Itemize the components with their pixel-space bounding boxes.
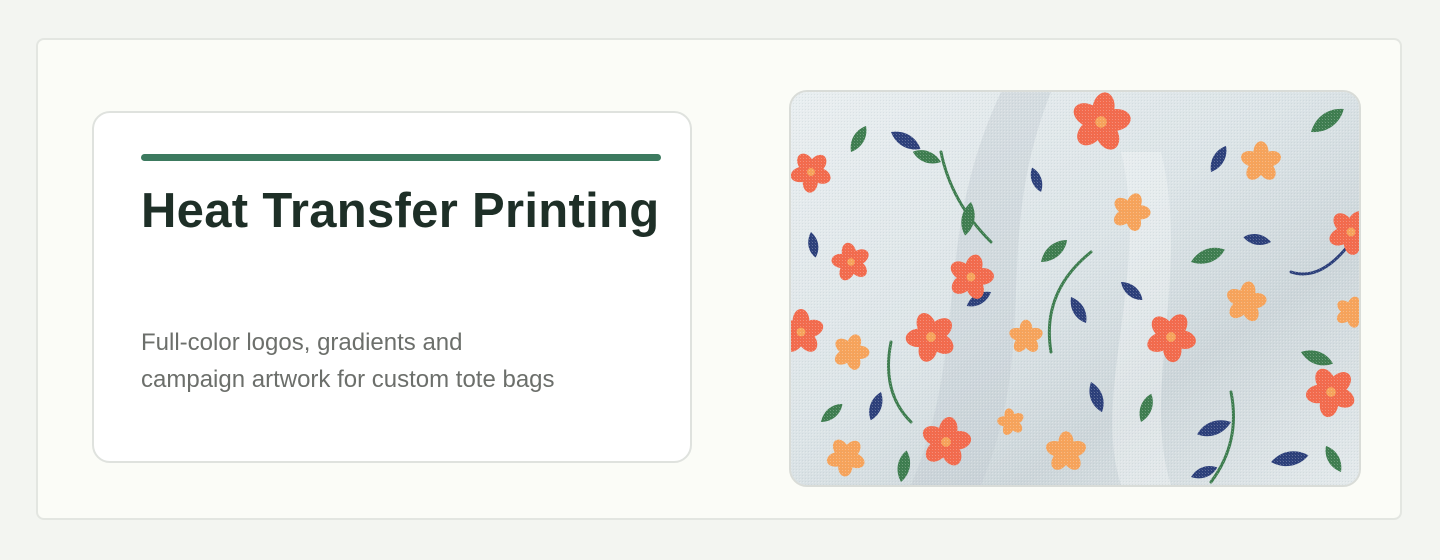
feature-text-card: Heat Transfer Printing Full-color logos,…: [92, 111, 692, 463]
feature-title: Heat Transfer Printing: [141, 184, 660, 238]
floral-fabric-image: [789, 90, 1361, 487]
feature-description: Full-color logos, gradients and campaign…: [141, 329, 555, 393]
fabric-pattern: [791, 92, 1359, 485]
accent-bar: [141, 154, 661, 161]
